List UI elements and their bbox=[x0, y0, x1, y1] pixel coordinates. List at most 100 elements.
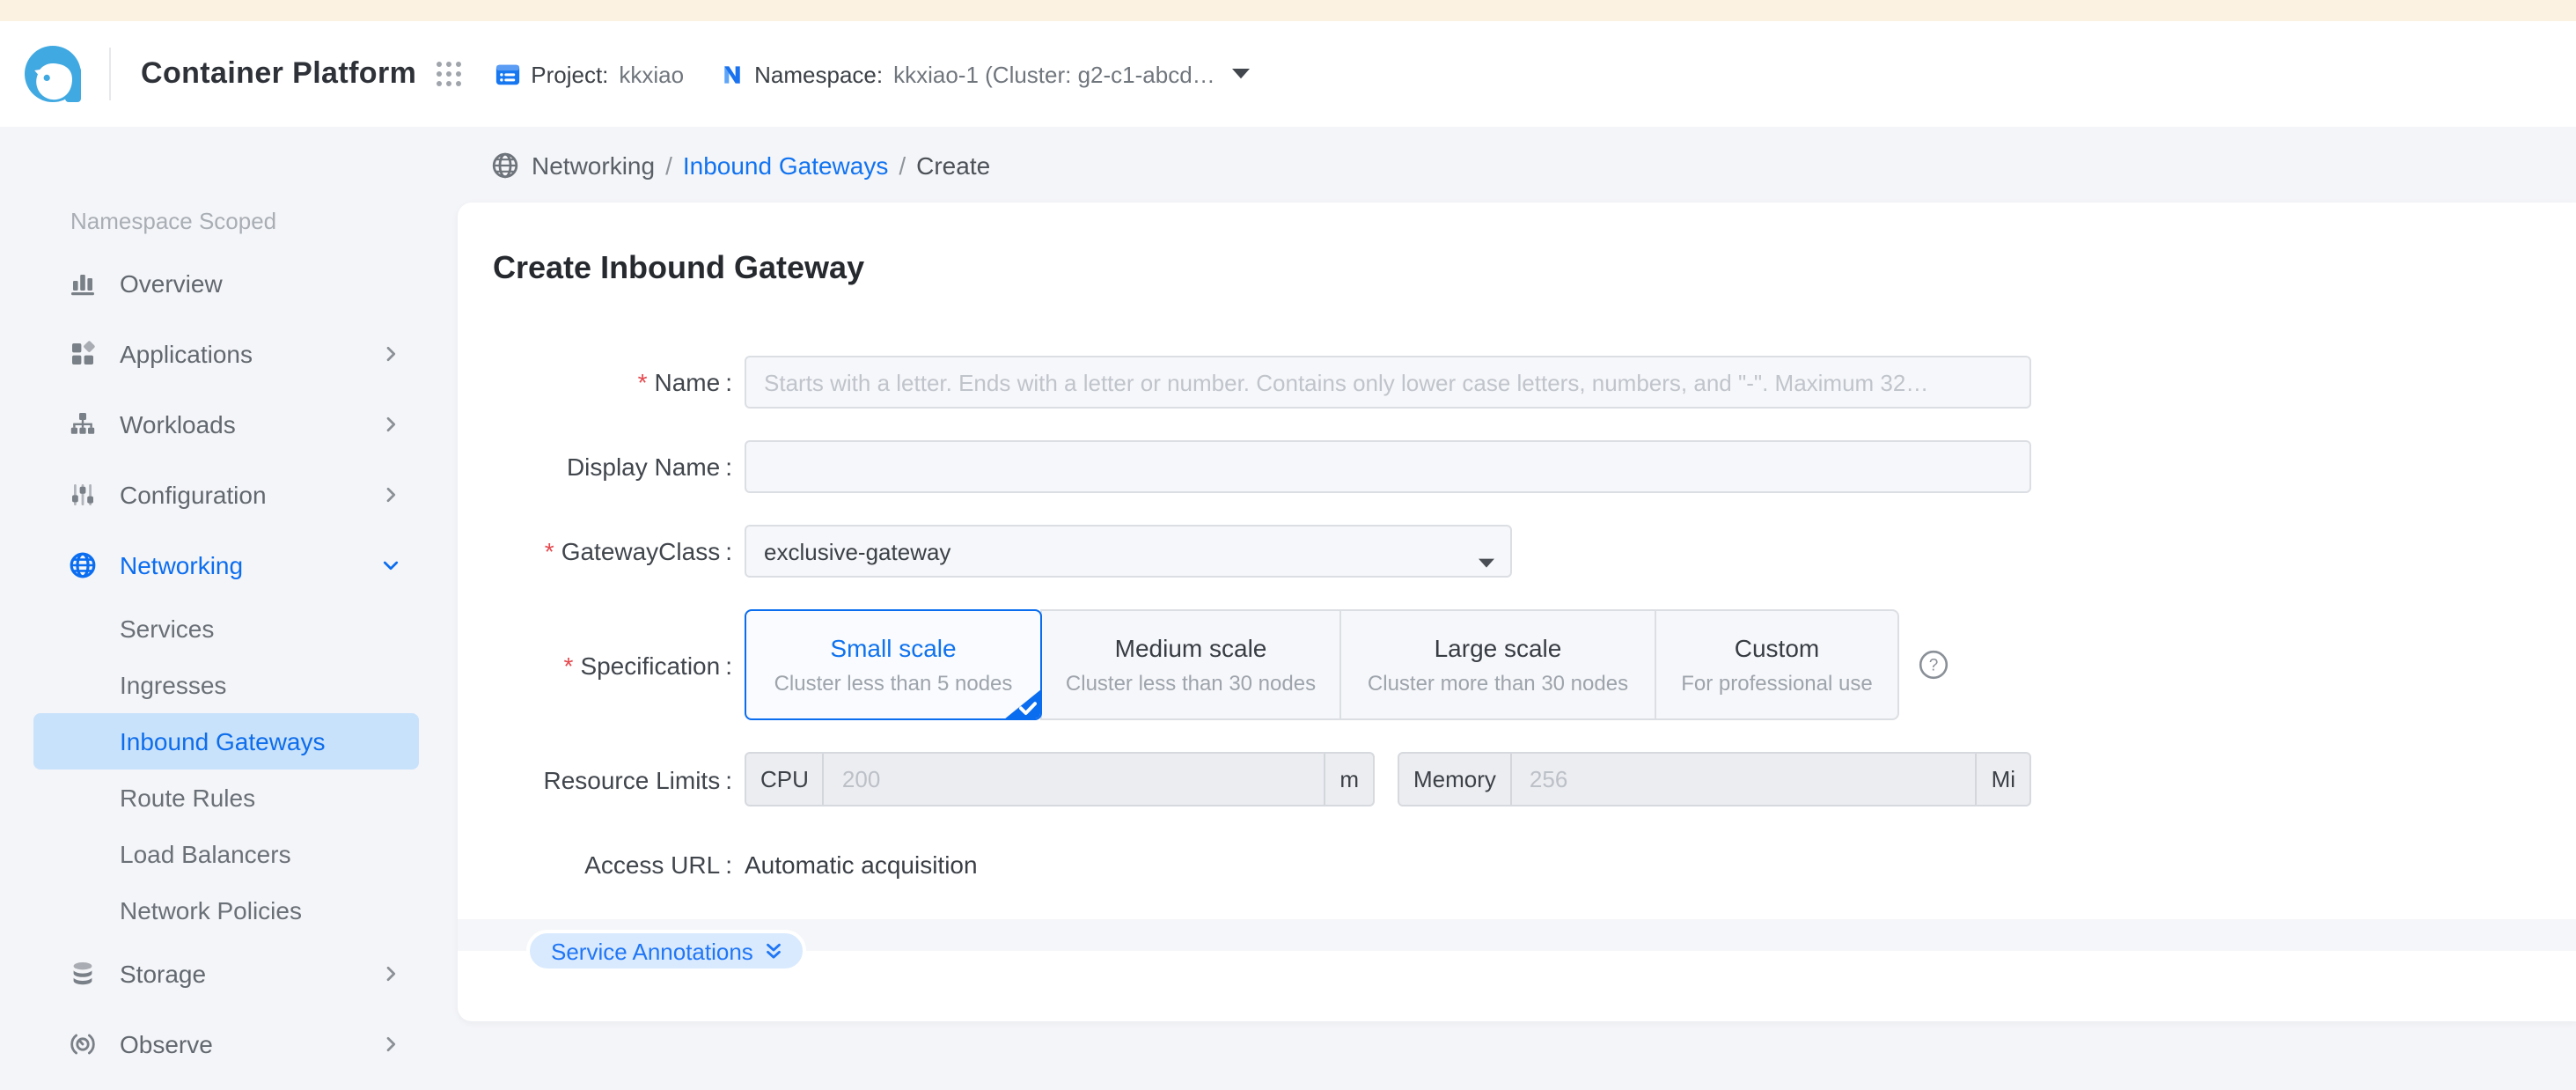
chevron-right-icon bbox=[380, 1034, 401, 1055]
namespace-label: Namespace: bbox=[754, 61, 883, 87]
display-name-input[interactable] bbox=[745, 440, 2031, 493]
spec-option-title: Large scale bbox=[1435, 632, 1562, 664]
sidebar-item-networking[interactable]: Networking bbox=[33, 530, 419, 600]
required-marker: * bbox=[638, 368, 648, 396]
double-chevron-down-icon bbox=[762, 939, 785, 962]
project-selector[interactable]: Project: kkxiao bbox=[494, 61, 684, 87]
database-icon bbox=[69, 960, 97, 988]
spec-option-title: Custom bbox=[1735, 632, 1819, 664]
page-title: Create Inbound Gateway bbox=[493, 247, 2576, 291]
sidebar-item-label: Load Balancers bbox=[120, 840, 291, 868]
top-header: Container Platform Project: kkxi bbox=[0, 21, 2576, 127]
cpu-prefix-label: CPU bbox=[746, 754, 825, 805]
spec-option-large-scale[interactable]: Large scale Cluster more than 30 nodes bbox=[1339, 609, 1656, 720]
app-switcher-grid-icon[interactable] bbox=[434, 60, 462, 88]
sidebar-item-label: Workloads bbox=[120, 410, 236, 438]
spec-option-subtitle: Cluster more than 30 nodes bbox=[1368, 671, 1628, 697]
sidebar: Namespace Scoped Overview bbox=[0, 127, 458, 1090]
sidebar-item-label: Configuration bbox=[120, 481, 267, 509]
application-window: Container Platform Project: kkxi bbox=[0, 0, 2576, 1090]
sidebar-item-ingresses[interactable]: Ingresses bbox=[33, 657, 419, 713]
spec-option-title: Small scale bbox=[830, 632, 956, 664]
namespace-n-icon bbox=[719, 61, 744, 87]
question-circle-icon[interactable]: ? bbox=[1919, 650, 1949, 680]
header-divider bbox=[109, 48, 111, 100]
cpu-unit-label: m bbox=[1324, 754, 1373, 805]
sidebar-item-route-rules[interactable]: Route Rules bbox=[33, 770, 419, 826]
globe-icon bbox=[69, 551, 97, 579]
breadcrumb: Networking / Inbound Gateways / Create bbox=[458, 127, 2576, 203]
sidebar-item-label: Applications bbox=[120, 340, 253, 368]
sidebar-item-storage[interactable]: Storage bbox=[33, 939, 419, 1009]
memory-prefix-label: Memory bbox=[1399, 754, 1512, 805]
access-url-field-label: Access URL: bbox=[458, 851, 732, 879]
globe-icon bbox=[491, 151, 519, 179]
gateway-class-field-label: *GatewayClass: bbox=[458, 537, 732, 565]
name-field-row: *Name: bbox=[458, 356, 2576, 409]
gauge-icon bbox=[69, 1030, 97, 1058]
memory-limit-group: Memory Mi bbox=[1398, 752, 2031, 806]
sidebar-item-network-policies[interactable]: Network Policies bbox=[33, 882, 419, 939]
bar-chart-icon bbox=[69, 269, 97, 298]
display-name-field-label: Display Name: bbox=[458, 453, 732, 481]
service-annotations-toggle[interactable]: Service Annotations bbox=[526, 930, 806, 972]
sidebar-item-workloads[interactable]: Workloads bbox=[33, 389, 419, 460]
sidebar-item-services[interactable]: Services bbox=[33, 600, 419, 657]
project-icon bbox=[494, 61, 520, 87]
spec-option-subtitle: For professional use bbox=[1681, 671, 1872, 697]
sidebar-section-label: Namespace Scoped bbox=[70, 208, 458, 236]
access-url-field-row: Access URL: Automatic acquisition bbox=[458, 838, 2576, 891]
main-area: Networking / Inbound Gateways / Create C… bbox=[458, 127, 2576, 1090]
sidebar-item-label: Networking bbox=[120, 551, 243, 579]
chevron-right-icon bbox=[380, 484, 401, 505]
required-marker: * bbox=[545, 537, 554, 565]
spec-option-custom[interactable]: Custom For professional use bbox=[1655, 609, 1899, 720]
sliders-icon bbox=[69, 481, 97, 509]
sidebar-item-label: Network Policies bbox=[120, 896, 302, 924]
spec-option-medium-scale[interactable]: Medium scale Cluster less than 30 nodes bbox=[1040, 609, 1341, 720]
resource-limits-field-row: Resource Limits: CPU m Memory M bbox=[458, 752, 2576, 806]
access-url-value: Automatic acquisition bbox=[745, 851, 978, 879]
top-accent-strip bbox=[0, 0, 2576, 21]
spec-option-title: Medium scale bbox=[1115, 632, 1267, 664]
spec-option-subtitle: Cluster less than 30 nodes bbox=[1066, 671, 1316, 697]
breadcrumb-item[interactable]: Networking bbox=[532, 151, 655, 179]
sidebar-item-label: Services bbox=[120, 615, 214, 643]
sidebar-menu: Overview Applications bbox=[0, 248, 458, 1079]
chevron-right-icon bbox=[380, 963, 401, 984]
caret-down-icon[interactable] bbox=[1233, 69, 1251, 79]
display-name-field-row: Display Name: bbox=[458, 440, 2576, 493]
spec-option-small-scale[interactable]: Small scale Cluster less than 5 nodes bbox=[745, 609, 1042, 720]
sidebar-item-observe[interactable]: Observe bbox=[33, 1009, 419, 1079]
specification-field-row: *Specification: Small scale Cluster less… bbox=[458, 609, 2576, 720]
sidebar-item-configuration[interactable]: Configuration bbox=[33, 460, 419, 530]
workload-tree-icon bbox=[69, 410, 97, 438]
chevron-right-icon bbox=[380, 414, 401, 435]
app-title: Container Platform bbox=[141, 56, 416, 92]
memory-unit-label: Mi bbox=[1976, 754, 2029, 805]
sidebar-item-label: Storage bbox=[120, 960, 206, 988]
namespace-selector[interactable]: Namespace: kkxiao-1 (Cluster: g2-c1-abcd… bbox=[719, 61, 1251, 87]
gateway-class-field-row: *GatewayClass: exclusive-gateway bbox=[458, 525, 2576, 578]
sidebar-item-label: Ingresses bbox=[120, 671, 226, 699]
sidebar-item-inbound-gateways[interactable]: Inbound Gateways bbox=[33, 713, 419, 770]
sidebar-item-label: Route Rules bbox=[120, 784, 255, 812]
service-annotations-label: Service Annotations bbox=[551, 938, 753, 964]
gateway-class-select[interactable]: exclusive-gateway bbox=[745, 525, 1512, 578]
cpu-limit-input[interactable] bbox=[825, 754, 1324, 805]
sidebar-item-overview[interactable]: Overview bbox=[33, 248, 419, 319]
apps-grid-icon bbox=[69, 340, 97, 368]
memory-limit-input[interactable] bbox=[1512, 754, 1976, 805]
cpu-limit-group: CPU m bbox=[745, 752, 1375, 806]
sidebar-item-label: Observe bbox=[120, 1030, 213, 1058]
gateway-class-selected-value: exclusive-gateway bbox=[764, 538, 950, 564]
sidebar-item-applications[interactable]: Applications bbox=[33, 319, 419, 389]
create-form: *Name: Display Name: bbox=[458, 356, 2576, 891]
sidebar-item-load-balancers[interactable]: Load Balancers bbox=[33, 826, 419, 882]
sidebar-item-label: Inbound Gateways bbox=[120, 727, 326, 755]
breadcrumb-separator: / bbox=[665, 151, 672, 179]
name-input[interactable] bbox=[745, 356, 2031, 409]
specification-field-label: *Specification: bbox=[458, 651, 732, 679]
svg-text:?: ? bbox=[1929, 657, 1939, 675]
breadcrumb-item-link[interactable]: Inbound Gateways bbox=[683, 151, 889, 179]
